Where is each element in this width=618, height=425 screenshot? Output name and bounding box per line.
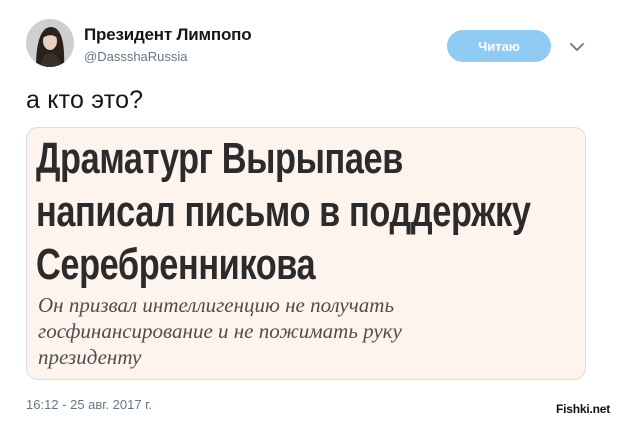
watermark: Fishki.net <box>556 402 611 416</box>
author-handle[interactable]: @DassshaRussia <box>84 49 188 64</box>
subheadline-line: президенту <box>38 345 142 369</box>
tweet-text: а кто это? <box>26 86 144 114</box>
avatar-photo <box>26 19 74 67</box>
subheadline-line: госфинансирование и не пожимать руку <box>38 319 402 343</box>
tweet-media-image[interactable]: Драматург Вырыпаев написал письмо в подд… <box>26 127 586 380</box>
subheadline-line: Он призвал интеллигенцию не получать <box>38 293 394 317</box>
author-name[interactable]: Президент Лимпопо <box>84 25 252 45</box>
chevron-down-icon[interactable] <box>568 40 586 54</box>
headline-line: Серебренникова <box>36 240 316 289</box>
following-button[interactable]: Читаю <box>447 30 551 62</box>
headline-line: Драматург Вырыпаев <box>36 134 403 183</box>
avatar[interactable] <box>26 19 74 67</box>
tweet-timestamp[interactable]: 16:12 - 25 авг. 2017 г. <box>26 397 152 412</box>
article-subheadline: Он призвал интеллигенцию не получать гос… <box>38 292 402 370</box>
headline-line: написал письмо в поддержку <box>36 187 531 236</box>
article-headline: Драматург Вырыпаев написал письмо в подд… <box>36 132 531 291</box>
